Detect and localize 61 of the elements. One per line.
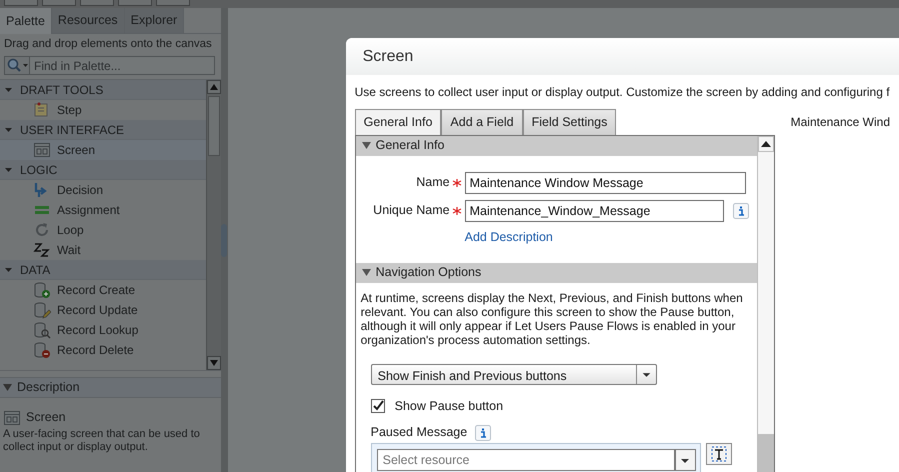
add-description-link[interactable]: Add Description bbox=[464, 230, 553, 244]
checkbox[interactable] bbox=[370, 398, 385, 413]
screen-icon bbox=[33, 141, 51, 159]
palette-item[interactable]: Loop bbox=[0, 220, 206, 240]
palette-item[interactable]: Screen bbox=[0, 140, 206, 160]
toolbar-button[interactable] bbox=[80, 0, 114, 6]
database-add-icon bbox=[33, 281, 51, 299]
database-search-icon bbox=[33, 321, 51, 339]
tab[interactable]: Add a Field bbox=[441, 109, 523, 135]
section-title: DRAFT TOOLS bbox=[20, 82, 104, 98]
description-text: A user-facing screen that can be used to collect input or display output. bbox=[2, 426, 201, 455]
section-title: DATA bbox=[20, 262, 50, 278]
resource-picker[interactable]: Select resource bbox=[370, 443, 701, 472]
caret-icon bbox=[674, 449, 696, 471]
hint-text: Drag and drop elements onto the canvas bbox=[3, 36, 213, 52]
loop-icon bbox=[33, 221, 51, 239]
toolbar-button[interactable] bbox=[4, 0, 38, 6]
palette-item[interactable]: Assignment bbox=[0, 200, 206, 220]
section-title: General Info bbox=[376, 137, 444, 154]
palette-item[interactable]: Step bbox=[0, 100, 206, 120]
palette-item[interactable]: Decision bbox=[0, 180, 206, 200]
intro-text: Use screens to collect user input or display output. Customize the screen by adding and configuring f bbox=[354, 84, 890, 101]
toolbar-button[interactable] bbox=[42, 0, 76, 6]
search-icon bbox=[5, 57, 29, 74]
description-heading: Screen bbox=[26, 409, 66, 426]
search-field[interactable]: Find in Palette... bbox=[4, 56, 215, 75]
text-format-icon bbox=[706, 443, 732, 465]
preview-title: Maintenance Wind bbox=[790, 114, 890, 131]
palette-item[interactable]: Record Create bbox=[0, 280, 206, 300]
text-field[interactable]: Maintenance Window Message bbox=[464, 172, 746, 194]
tab[interactable]: General Info bbox=[354, 109, 442, 135]
checkbox-label: Show Pause button bbox=[394, 398, 504, 414]
database-pencil-icon bbox=[33, 301, 51, 319]
toolbar-button[interactable] bbox=[156, 0, 190, 6]
palette-tab[interactable]: Explorer bbox=[124, 8, 184, 33]
section-title: Navigation Options bbox=[376, 264, 482, 282]
section-title: LOGIC bbox=[20, 162, 58, 178]
description-paragraph: At runtime, screens display the Next, Previous, and Finish buttons when relevant. You can also configure this screen to show the Pause button, although it will only appear if Let Users Pause Flows is enabled in your organization's process automation settings. bbox=[360, 290, 744, 346]
dialog-title: Screen bbox=[346, 38, 899, 75]
palette-item[interactable]: Record Update bbox=[0, 300, 206, 320]
palette-item[interactable]: Wait bbox=[0, 240, 206, 260]
field-label: Unique Name bbox=[372, 202, 450, 220]
text-field[interactable]: Maintenance_Window_Message bbox=[464, 200, 724, 222]
info-button[interactable] bbox=[475, 424, 492, 441]
tab[interactable]: Field Settings bbox=[522, 109, 616, 135]
dropdown[interactable]: Show Finish and Previous buttons bbox=[370, 364, 657, 384]
palette-item[interactable]: Record Delete bbox=[0, 340, 206, 360]
screen-icon bbox=[3, 408, 20, 426]
palette-item[interactable]: Record Lookup bbox=[0, 320, 206, 340]
palette-tab[interactable]: Resources bbox=[52, 8, 125, 33]
palette-tab[interactable]: Palette bbox=[0, 8, 52, 34]
field-label: Paused Message bbox=[370, 424, 468, 442]
splitter-handle[interactable] bbox=[221, 224, 228, 256]
scrollbar-thumb[interactable] bbox=[208, 96, 220, 156]
field-label: Name bbox=[415, 174, 450, 192]
database-remove-icon bbox=[33, 341, 51, 359]
toolbar-button[interactable] bbox=[118, 0, 152, 6]
info-button[interactable] bbox=[732, 202, 749, 219]
panel-title: Description bbox=[17, 379, 80, 396]
sleep-icon bbox=[33, 241, 51, 259]
section-title: USER INTERFACE bbox=[20, 122, 124, 138]
